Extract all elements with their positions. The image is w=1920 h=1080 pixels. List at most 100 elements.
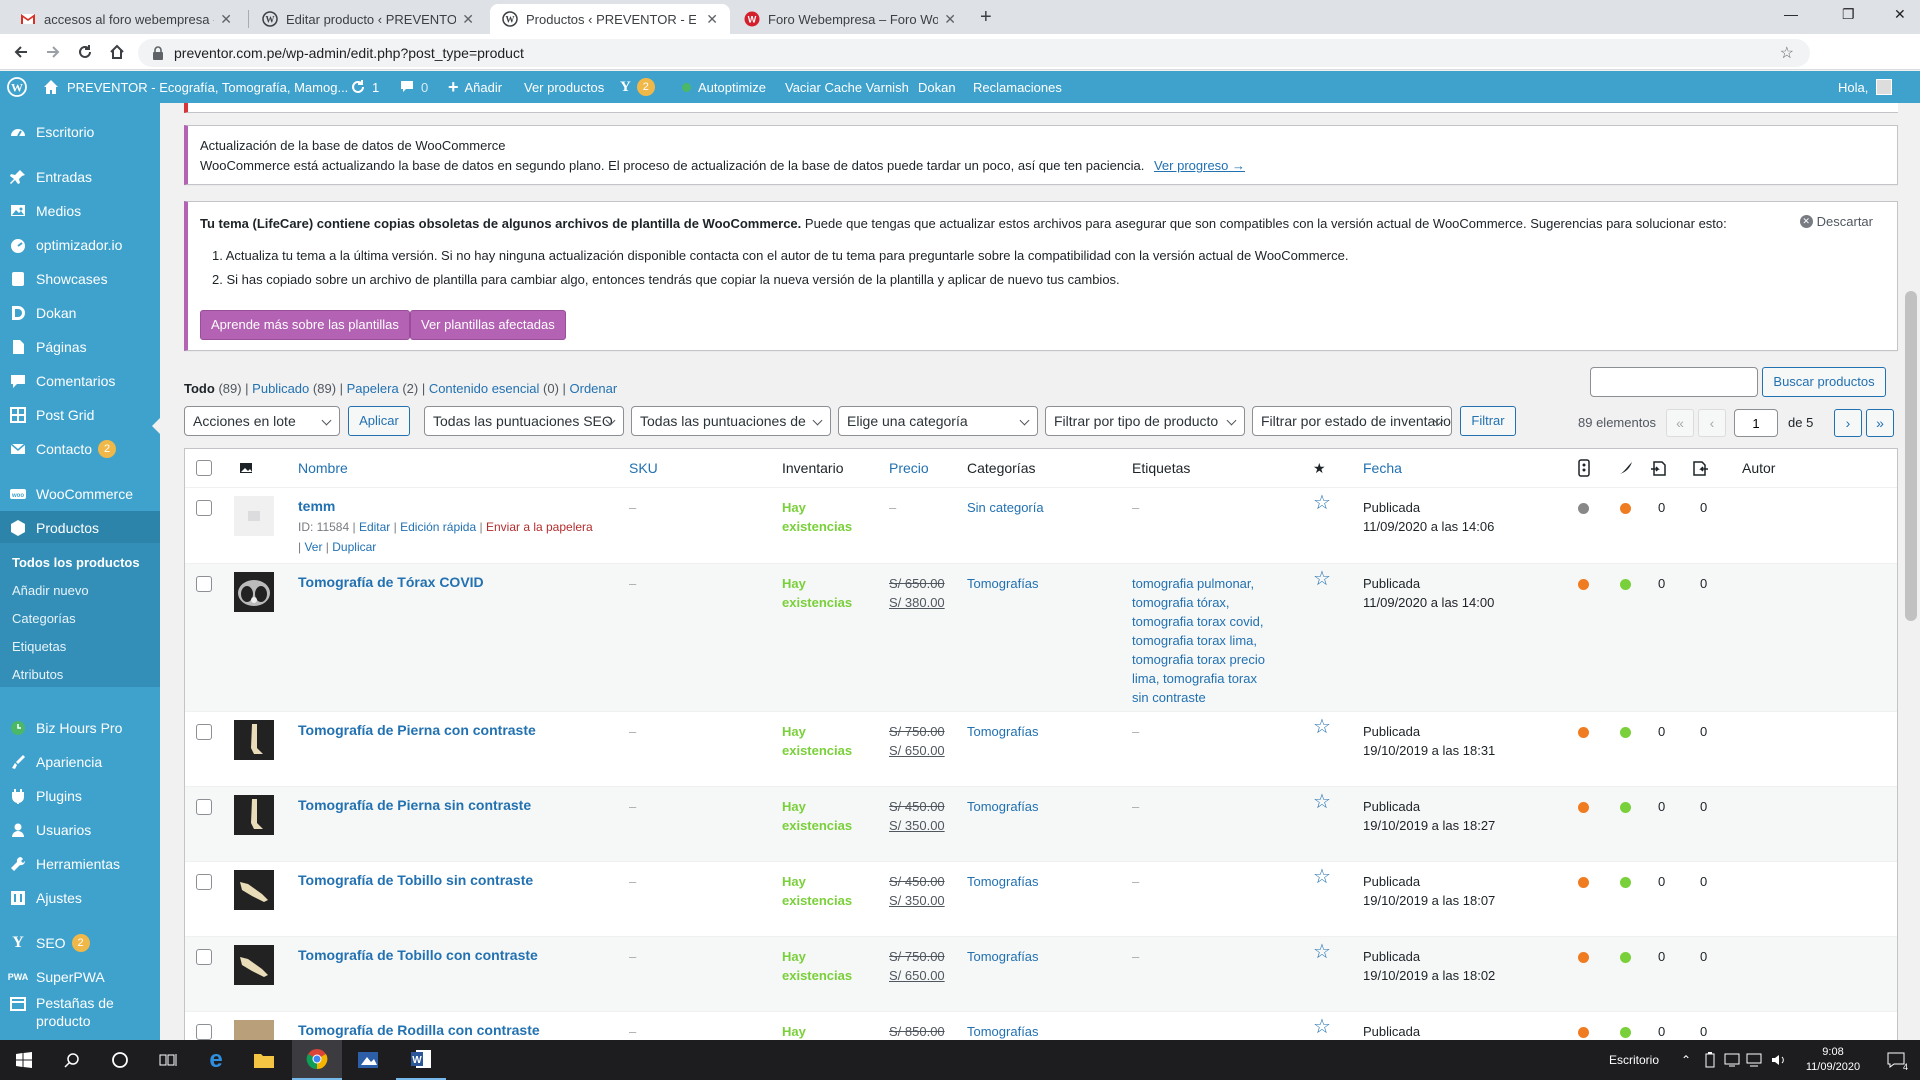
sidebar-item-productos[interactable]: Productos bbox=[0, 511, 160, 545]
search-input[interactable] bbox=[1590, 367, 1758, 397]
sidebar-item-ajustes[interactable]: Ajustes bbox=[0, 881, 160, 915]
featured-star-icon[interactable]: ☆ bbox=[1313, 569, 1331, 589]
column-sku[interactable]: SKU bbox=[629, 449, 658, 487]
row-checkbox[interactable] bbox=[196, 874, 212, 890]
sidebar-item-plugins[interactable]: Plugins bbox=[0, 779, 160, 813]
featured-star-icon[interactable]: ☆ bbox=[1313, 717, 1331, 737]
show-hidden-icons[interactable]: ⌃ bbox=[1676, 1040, 1696, 1080]
column-featured[interactable]: ★ bbox=[1313, 449, 1326, 487]
volume-icon[interactable] bbox=[1768, 1040, 1790, 1080]
readability-scores-select[interactable]: Todas las puntuaciones de bbox=[631, 406, 831, 436]
site-name-link[interactable]: PREVENTOR - Ecografía, Tomografía, Mamog… bbox=[43, 71, 348, 103]
product-thumbnail-foot[interactable] bbox=[234, 945, 274, 985]
file-explorer-icon[interactable] bbox=[240, 1040, 288, 1080]
minimize-icon[interactable]: — bbox=[1784, 6, 1798, 22]
tag-link[interactable]: tomografia torax covid, bbox=[1132, 614, 1264, 629]
tab-gmail[interactable]: accesos al foro webempresa - rac ✕ bbox=[8, 4, 244, 34]
sidebar-item-woocommerce[interactable]: woo WooCommerce bbox=[0, 477, 160, 511]
row-checkbox[interactable] bbox=[196, 500, 212, 516]
product-thumbnail-leg[interactable] bbox=[234, 720, 274, 760]
sidebar-item-superpwa[interactable]: PWA SuperPWA bbox=[0, 960, 160, 994]
close-icon[interactable]: ✕ bbox=[706, 11, 718, 28]
last-page-button[interactable]: » bbox=[1866, 409, 1894, 437]
submenu-tags[interactable]: Etiquetas bbox=[12, 639, 66, 654]
notifications-icon[interactable]: 4 bbox=[1876, 1040, 1916, 1080]
window-close-icon[interactable]: ✕ bbox=[1894, 6, 1906, 23]
column-name[interactable]: Nombre bbox=[298, 449, 348, 487]
restore-icon[interactable]: ❐ bbox=[1842, 6, 1855, 23]
stock-status-select[interactable]: Filtrar por estado de inventario bbox=[1252, 406, 1452, 436]
submenu-attributes[interactable]: Atributos bbox=[12, 667, 63, 682]
home-icon[interactable] bbox=[108, 43, 126, 61]
address-bar[interactable]: preventor.com.pe/wp-admin/edit.php?post_… bbox=[138, 39, 1810, 67]
column-price[interactable]: Precio bbox=[889, 449, 929, 487]
view-all[interactable]: Todo bbox=[184, 381, 215, 396]
featured-star-icon[interactable]: ☆ bbox=[1313, 792, 1331, 812]
sidebar-item-dokan[interactable]: Dokan bbox=[0, 296, 160, 330]
view-products-link[interactable]: Ver productos bbox=[524, 71, 604, 103]
featured-star-icon[interactable]: ☆ bbox=[1313, 867, 1331, 887]
close-icon[interactable]: ✕ bbox=[944, 11, 956, 28]
tab-edit-product[interactable]: W Editar producto ‹ PREVENTOR - ✕ bbox=[250, 4, 486, 34]
category-link[interactable]: Sin categoría bbox=[967, 498, 1044, 517]
scrollbar-thumb[interactable] bbox=[1905, 291, 1917, 621]
sidebar-item-medios[interactable]: Medios bbox=[0, 194, 160, 228]
sidebar-item-usuarios[interactable]: Usuarios bbox=[0, 813, 160, 847]
product-name-link[interactable]: Tomografía de Pierna con contraste bbox=[298, 722, 536, 738]
tag-link[interactable]: lima, tomografia torax bbox=[1132, 671, 1257, 686]
edit-link[interactable]: Editar bbox=[359, 520, 390, 534]
page-scrollbar[interactable] bbox=[1902, 103, 1920, 1040]
cortana-icon[interactable] bbox=[96, 1040, 144, 1080]
product-name-link[interactable]: Tomografía de Tobillo con contraste bbox=[298, 947, 538, 963]
product-name-link[interactable]: temm bbox=[298, 498, 335, 514]
sidebar-item-apariencia[interactable]: Apariencia bbox=[0, 745, 160, 779]
apply-button[interactable]: Aplicar bbox=[348, 406, 410, 436]
account-greeting[interactable]: Hola, bbox=[1838, 71, 1893, 103]
claims-link[interactable]: Reclamaciones bbox=[973, 71, 1062, 103]
sidebar-item-seo[interactable]: Y SEO 2 bbox=[0, 926, 160, 960]
featured-star-icon[interactable]: ☆ bbox=[1313, 1017, 1331, 1037]
tag-link[interactable]: tomografia pulmonar, bbox=[1132, 576, 1254, 591]
category-link[interactable]: Tomografías bbox=[967, 947, 1039, 966]
trash-link[interactable]: Enviar a la papelera bbox=[486, 520, 593, 534]
select-all-checkbox[interactable] bbox=[196, 460, 212, 476]
sidebar-item-product-tabs[interactable]: Pestañas de producto bbox=[0, 994, 160, 1034]
sidebar-item-entradas[interactable]: Entradas bbox=[0, 160, 160, 194]
autoptimize-link[interactable]: Autoptimize bbox=[682, 71, 766, 103]
next-page-button[interactable]: › bbox=[1834, 409, 1862, 437]
reload-icon[interactable] bbox=[76, 43, 94, 61]
tab-webempresa[interactable]: W Foro Webempresa – Foro WordP ✕ bbox=[732, 4, 968, 34]
product-thumbnail-leg[interactable] bbox=[234, 795, 274, 835]
desktop-toolbar[interactable]: Escritorio bbox=[1600, 1040, 1668, 1080]
category-link[interactable]: Tomografías bbox=[967, 797, 1039, 816]
bookmark-star-icon[interactable]: ☆ bbox=[1780, 43, 1794, 63]
search-products-button[interactable]: Buscar productos bbox=[1762, 367, 1886, 397]
product-thumbnail-foot[interactable] bbox=[234, 870, 274, 910]
network-icon[interactable] bbox=[1744, 1040, 1766, 1080]
featured-star-icon[interactable]: ☆ bbox=[1313, 493, 1331, 513]
product-name-link[interactable]: Tomografía de Tórax COVID bbox=[298, 574, 484, 590]
snip-tool-icon[interactable] bbox=[344, 1040, 392, 1080]
edge-icon[interactable]: e bbox=[192, 1040, 240, 1080]
product-name-link[interactable]: Tomografía de Tobillo sin contraste bbox=[298, 872, 533, 888]
sidebar-item-paginas[interactable]: Páginas bbox=[0, 330, 160, 364]
category-link[interactable]: Tomografías bbox=[967, 574, 1039, 593]
task-view-icon[interactable] bbox=[144, 1040, 192, 1080]
updates-link[interactable]: 1 bbox=[350, 71, 379, 103]
submenu-categories[interactable]: Categorías bbox=[12, 611, 76, 626]
quick-edit-link[interactable]: Edición rápida bbox=[400, 520, 476, 534]
dokan-link[interactable]: Dokan bbox=[918, 71, 956, 103]
varnish-link[interactable]: Vaciar Cache Varnish bbox=[785, 71, 909, 103]
featured-star-icon[interactable]: ☆ bbox=[1313, 942, 1331, 962]
sidebar-item-biz-hours[interactable]: Biz Hours Pro bbox=[0, 711, 160, 745]
view-published[interactable]: Publicado bbox=[252, 381, 309, 396]
sidebar-item-herramientas[interactable]: Herramientas bbox=[0, 847, 160, 881]
duplicate-link[interactable]: Duplicar bbox=[332, 540, 376, 554]
category-link[interactable]: Tomografías bbox=[967, 872, 1039, 891]
view-trash[interactable]: Papelera bbox=[347, 381, 399, 396]
sidebar-item-contacto[interactable]: Contacto 2 bbox=[0, 432, 160, 466]
category-link[interactable]: Tomografías bbox=[967, 1022, 1039, 1040]
bulk-actions-select[interactable]: Acciones en lote bbox=[184, 406, 340, 436]
product-thumbnail-chest[interactable] bbox=[234, 572, 274, 612]
product-type-select[interactable]: Filtrar por tipo de producto bbox=[1045, 406, 1245, 436]
